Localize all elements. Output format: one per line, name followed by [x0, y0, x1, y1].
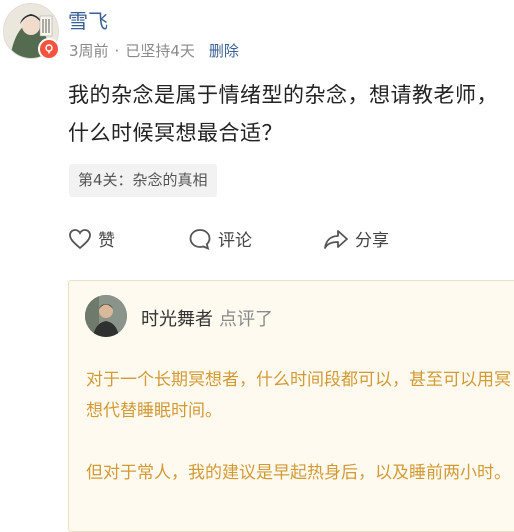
post-meta: 3周前 · 已坚持4天 删除 [69, 40, 239, 61]
user-avatar[interactable] [3, 3, 60, 60]
share-label: 分享 [355, 231, 389, 251]
location-badge-icon [38, 38, 60, 60]
reviewer-line: 时光舞者 点评了 [141, 305, 273, 331]
reviewer-avatar[interactable] [85, 295, 127, 337]
like-label: 赞 [98, 231, 115, 251]
review-paragraph: 但对于常人，我的建议是早起热身后，以及睡前两小时。 [86, 463, 511, 483]
review-action: 点评了 [219, 309, 273, 330]
comment-label: 评论 [218, 231, 252, 251]
meta-separator: · [114, 42, 120, 60]
comment-icon [189, 228, 211, 250]
reviewer-name[interactable]: 时光舞者 [141, 309, 213, 330]
review-card: 时光舞者 点评了 对于一个长期冥想者，什么时间段都可以，甚至可以用冥想代替睡眠时间… [68, 280, 514, 532]
like-button[interactable]: 赞 [68, 226, 115, 251]
comment-button[interactable]: 评论 [188, 226, 252, 251]
review-paragraph: 对于一个长期冥想者，什么时间段都可以，甚至可以用冥想代替睡眠时间。 [86, 370, 511, 421]
action-bar: 赞 评论 分享 [68, 226, 514, 262]
review-body: 对于一个长期冥想者，什么时间段都可以，甚至可以用冥想代替睡眠时间。 但对于常人，… [86, 365, 514, 520]
share-icon [324, 229, 348, 249]
share-button[interactable]: 分享 [323, 226, 389, 251]
delete-button[interactable]: 删除 [209, 42, 239, 60]
post-text: 我的杂念是属于情绪型的杂念，想请教老师，什么时候冥想最合适？ [68, 83, 498, 145]
post-time: 3周前 [69, 42, 109, 60]
heart-icon [69, 228, 91, 249]
persistence-days: 已坚持4天 [125, 42, 195, 60]
level-tag[interactable]: 第4关：杂念的真相 [69, 164, 217, 197]
username[interactable]: 雪飞 [68, 5, 108, 34]
